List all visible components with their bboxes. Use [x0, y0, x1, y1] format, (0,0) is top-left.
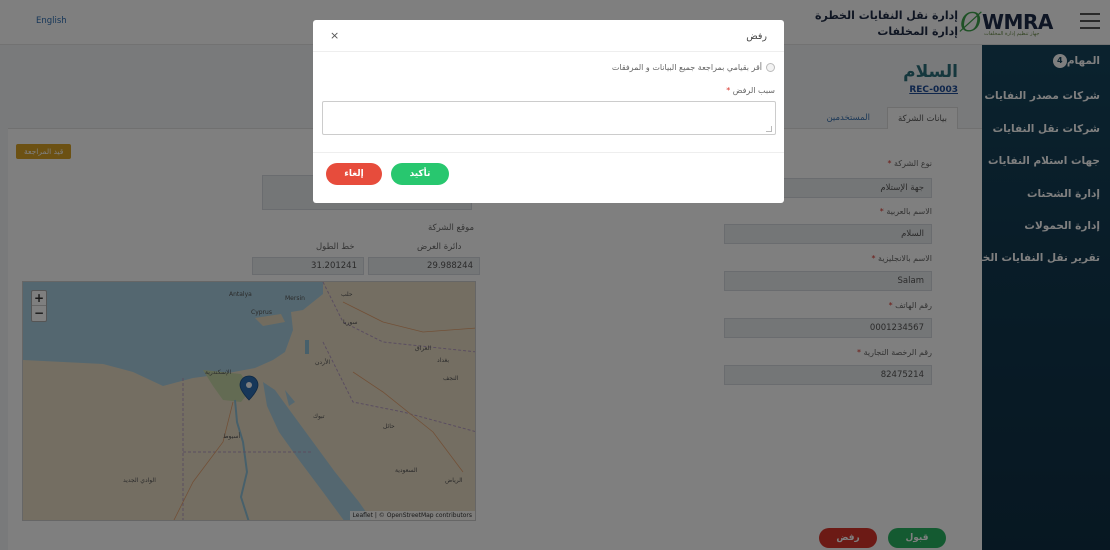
dialog-divider	[313, 152, 784, 153]
cancel-button[interactable]: إلغاء	[326, 163, 382, 185]
reject-dialog: رفض × أقر بقيامي بمراجعة جميع البيانات و…	[313, 20, 784, 203]
resize-grip-icon[interactable]	[766, 126, 772, 132]
review-confirmation-label: أقر بقيامي بمراجعة جميع البيانات و المرف…	[611, 63, 762, 72]
rejection-reason-textarea[interactable]	[322, 101, 776, 135]
confirm-button[interactable]: تأكيد	[391, 163, 449, 185]
review-confirmation-row[interactable]: أقر بقيامي بمراجعة جميع البيانات و المرف…	[612, 63, 775, 72]
close-icon[interactable]: ×	[330, 29, 339, 42]
review-confirmation-radio[interactable]	[766, 63, 775, 72]
rejection-reason-label: * سبب الرفض	[726, 86, 775, 95]
dialog-title: رفض	[746, 31, 767, 42]
dialog-header: رفض ×	[313, 20, 784, 52]
